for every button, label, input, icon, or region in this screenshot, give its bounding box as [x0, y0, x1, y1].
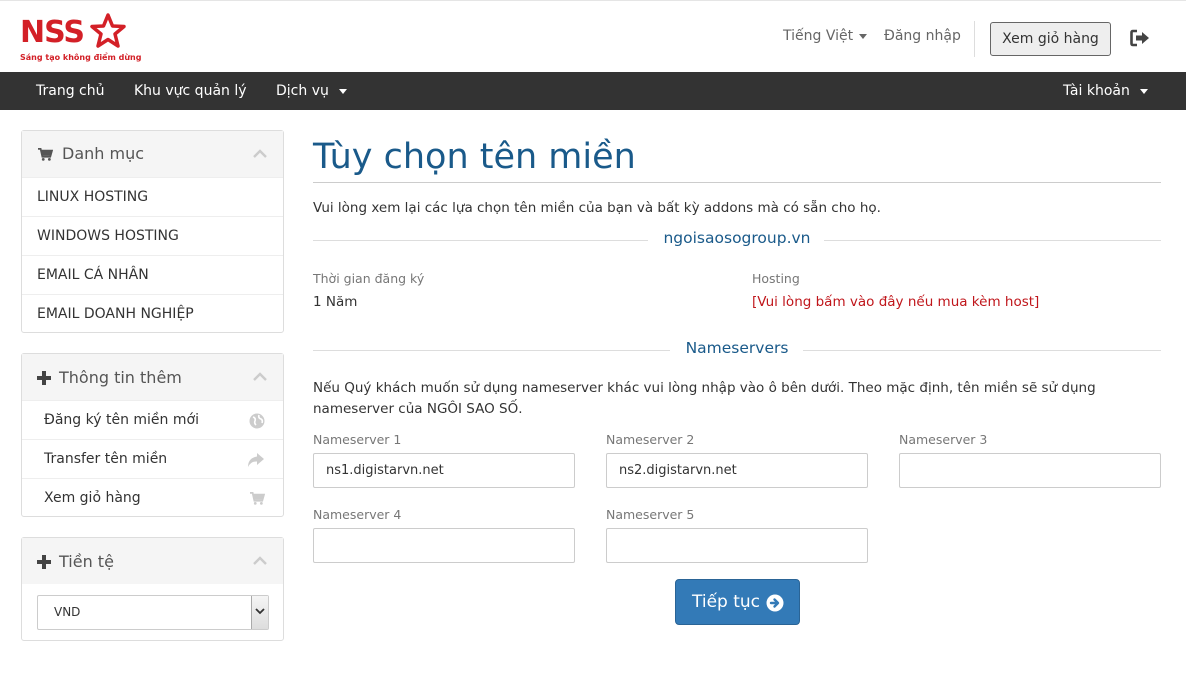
- intro-text: Vui lòng xem lại các lựa chọn tên miền c…: [313, 200, 881, 216]
- sidebar-item-label: WINDOWS HOSTING: [37, 228, 179, 244]
- nav-account[interactable]: Tài khoản: [1063, 72, 1148, 110]
- nameservers-note: Nếu Quý khách muốn sử dụng nameserver kh…: [313, 380, 1096, 417]
- nav-services-label: Dịch vụ: [276, 83, 329, 99]
- login-link[interactable]: Đăng nhập: [884, 28, 961, 44]
- chevron-down-icon: [255, 608, 265, 615]
- hosting-addon-link[interactable]: [Vui lòng bấm vào đây nếu mua kèm host]: [752, 294, 1039, 310]
- categories-panel-header[interactable]: Danh mục: [22, 131, 283, 177]
- nav-client-area[interactable]: Khu vực quản lý: [134, 72, 247, 110]
- globe-icon: [249, 413, 265, 429]
- sidebar-item-transfer-domain[interactable]: Transfer tên miền: [22, 439, 283, 478]
- currency-panel: Tiền tệ VND: [21, 537, 284, 641]
- registration-period-value: 1 Năm: [313, 294, 358, 310]
- domain-name-heading: ngoisaosogroup.vn: [663, 229, 811, 247]
- nameserver-3-label: Nameserver 3: [899, 432, 988, 447]
- page-title: Tùy chọn tên miền: [313, 137, 636, 177]
- registration-period-label: Thời gian đăng ký: [313, 271, 425, 286]
- caret-down-icon: [338, 88, 347, 94]
- sidebar-item-personal-email[interactable]: EMAIL CÁ NHÂN: [22, 255, 283, 294]
- shopping-cart-icon: [38, 148, 53, 161]
- nameserver-5-input[interactable]: [606, 528, 868, 563]
- brand-tagline: Sáng tạo không điểm dừng: [20, 53, 142, 62]
- nameserver-5-label: Nameserver 5: [606, 507, 695, 522]
- actions-panel: Thông tin thêm Đăng ký tên miền mới Tran…: [21, 353, 284, 517]
- sidebar-item-business-email[interactable]: EMAIL DOANH NGHIỆP: [22, 294, 283, 333]
- sidebar-item-label: Transfer tên miền: [44, 451, 168, 467]
- currency-title: Tiền tệ: [59, 552, 114, 571]
- shopping-cart-icon: [250, 492, 265, 505]
- actions-title: Thông tin thêm: [59, 368, 182, 387]
- sidebar-item-windows-hosting[interactable]: WINDOWS HOSTING: [22, 216, 283, 255]
- continue-button[interactable]: Tiếp tục: [675, 579, 800, 625]
- nameserver-1-input[interactable]: [313, 453, 575, 488]
- share-icon: [248, 453, 264, 467]
- sidebar-item-label: LINUX HOSTING: [37, 189, 149, 205]
- nav-account-label: Tài khoản: [1063, 83, 1130, 99]
- star-icon: [90, 13, 126, 48]
- nameserver-4-label: Nameserver 4: [313, 507, 402, 522]
- nameserver-4-input[interactable]: [313, 528, 575, 563]
- nameserver-2-input[interactable]: [606, 453, 868, 488]
- nameservers-heading: Nameservers: [685, 339, 789, 357]
- currency-select[interactable]: VND: [37, 595, 269, 630]
- nameserver-2-label: Nameserver 2: [606, 432, 695, 447]
- main-navbar: Trang chủ Khu vực quản lý Dịch vụ Tài kh…: [0, 72, 1186, 110]
- select-dropdown-button[interactable]: [251, 596, 268, 629]
- brand-name: NSS: [20, 15, 85, 50]
- sidebar-item-linux-hosting[interactable]: LINUX HOSTING: [22, 177, 283, 216]
- hosting-label: Hosting: [752, 271, 800, 286]
- categories-panel: Danh mục LINUX HOSTING WINDOWS HOSTING E…: [21, 130, 284, 333]
- nameservers-divider: Nameservers: [313, 339, 1161, 361]
- plus-icon: [37, 555, 51, 569]
- nameserver-1-label: Nameserver 1: [313, 432, 402, 447]
- sidebar-item-label: Xem giỏ hàng: [44, 490, 141, 506]
- currency-panel-header[interactable]: Tiền tệ: [22, 538, 283, 584]
- header-divider: [974, 21, 975, 57]
- title-divider: [313, 182, 1161, 183]
- categories-title: Danh mục: [62, 144, 145, 163]
- actions-panel-header[interactable]: Thông tin thêm: [22, 354, 283, 400]
- caret-down-icon: [1139, 88, 1148, 94]
- sidebar-item-register-domain[interactable]: Đăng ký tên miền mới: [22, 400, 283, 439]
- view-cart-button[interactable]: Xem giỏ hàng: [990, 22, 1111, 56]
- domain-divider: ngoisaosogroup.vn: [313, 229, 1161, 251]
- chevron-up-icon[interactable]: [253, 372, 267, 381]
- sidebar-item-label: EMAIL CÁ NHÂN: [37, 267, 149, 283]
- language-selector[interactable]: Tiếng Việt: [783, 28, 868, 44]
- sidebar-item-label: EMAIL DOANH NGHIỆP: [37, 306, 194, 322]
- chevron-up-icon[interactable]: [253, 556, 267, 565]
- nav-home[interactable]: Trang chủ: [36, 72, 104, 110]
- sign-out-icon[interactable]: [1130, 29, 1150, 47]
- plus-icon: [37, 371, 51, 385]
- brand-logo[interactable]: NSS Sáng tạo không điểm dừng: [20, 11, 141, 65]
- arrow-circle-right-icon: [766, 594, 784, 612]
- top-header: NSS Sáng tạo không điểm dừng Tiếng Việt …: [0, 0, 1186, 72]
- currency-selected-value: VND: [54, 605, 81, 619]
- language-label: Tiếng Việt: [783, 28, 854, 44]
- sidebar-item-label: Đăng ký tên miền mới: [44, 412, 199, 428]
- caret-down-icon: [859, 33, 868, 39]
- continue-button-label: Tiếp tục: [692, 592, 761, 612]
- chevron-up-icon[interactable]: [253, 149, 267, 158]
- nameserver-3-input[interactable]: [899, 453, 1161, 488]
- sidebar-item-view-cart[interactable]: Xem giỏ hàng: [22, 478, 283, 517]
- nav-services[interactable]: Dịch vụ: [276, 72, 347, 110]
